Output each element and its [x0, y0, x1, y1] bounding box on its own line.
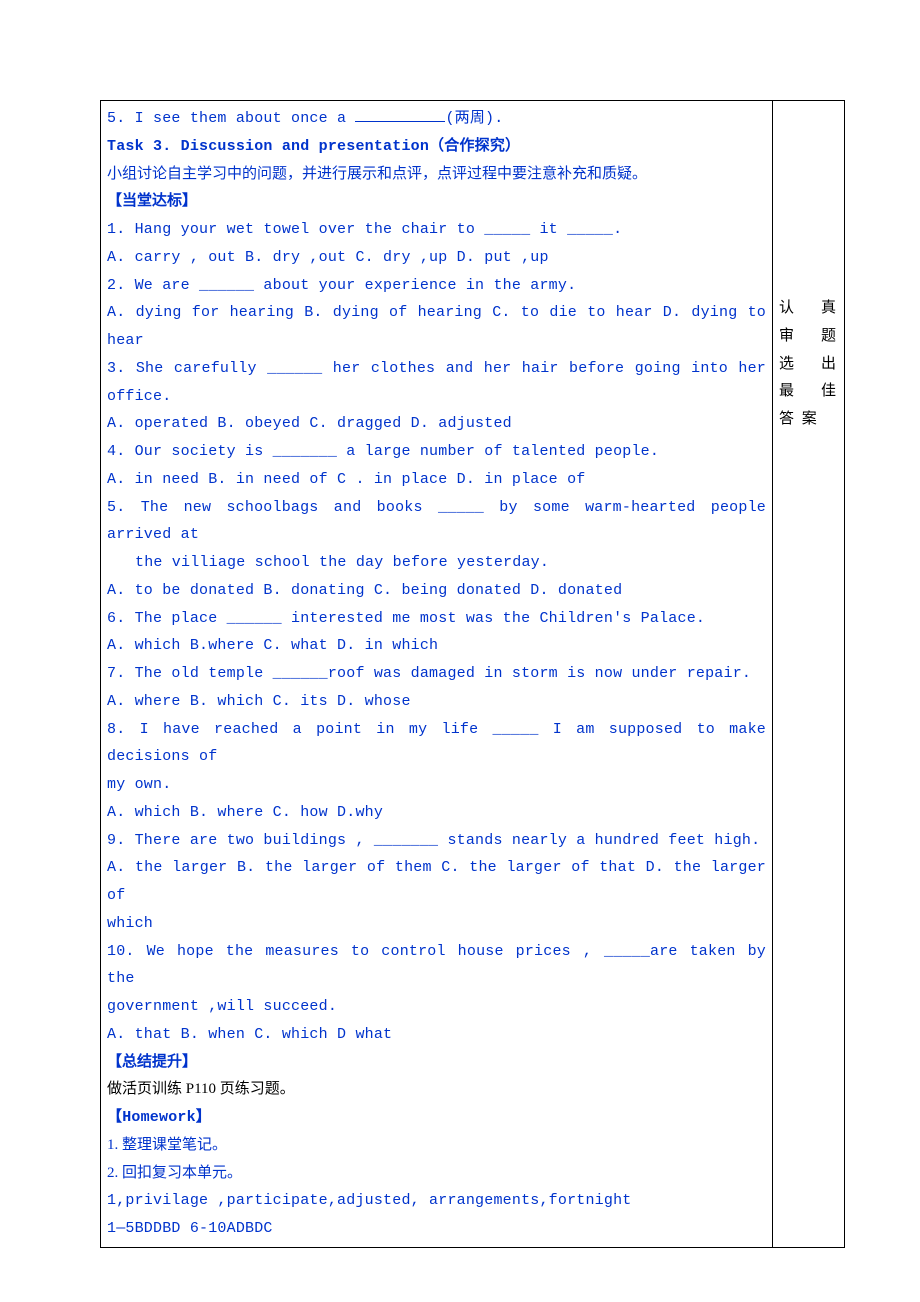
q8: 8. I have reached a point in my life ___… — [107, 716, 766, 772]
blank-q5 — [355, 108, 445, 123]
task3-heading: Task 3. Discussion and presentation（合作探究… — [107, 133, 766, 161]
q6-options: A. which B.where C. what D. in which — [107, 632, 766, 660]
q9: 9. There are two buildings , _______ sta… — [107, 827, 766, 855]
q2: 2. We are ______ about your experience i… — [107, 272, 766, 300]
q4-options: A. in need B. in need of C . in place D.… — [107, 466, 766, 494]
section-homework: 【Homework】 — [107, 1104, 766, 1132]
q1: 1. Hang your wet towel over the chair to… — [107, 216, 766, 244]
q4: 4. Our society is _______ a large number… — [107, 438, 766, 466]
task3-desc: 小组讨论自主学习中的问题，并进行展示和点评，点评过程中要注意补充和质疑。 — [107, 161, 766, 189]
side-cell: 认 真 审 题 选 出 最 佳 答 案 — [773, 101, 845, 1248]
q5b-line2: the villiage school the day before yeste… — [107, 549, 766, 577]
q3-options: A. operated B. obeyed C. dragged D. adju… — [107, 410, 766, 438]
q7-options: A. where B. which C. its D. whose — [107, 688, 766, 716]
q10-options: A. that B. when C. which D what — [107, 1021, 766, 1049]
q8-line2: my own. — [107, 771, 766, 799]
fill-in-q5: 5. I see them about once a (两周). — [107, 105, 766, 133]
content-table: 5. I see them about once a (两周). Task 3.… — [100, 100, 845, 1248]
q5-suffix: (两周). — [445, 110, 503, 127]
q5-prefix: 5. I see them about once a — [107, 110, 355, 127]
q10-line2: government ,will succeed. — [107, 993, 766, 1021]
zongjie-line: 做活页训练 P110 页练习题。 — [107, 1076, 766, 1104]
section-dangtang: 【当堂达标】 — [107, 188, 766, 216]
q9-options2: which — [107, 910, 766, 938]
answers-line1: 1,privilage ,participate,adjusted, arran… — [107, 1187, 766, 1215]
q1-options: A. carry , out B. dry ,out C. dry ,up D.… — [107, 244, 766, 272]
main-cell: 5. I see them about once a (两周). Task 3.… — [101, 101, 773, 1248]
q3: 3. She carefully ______ her clothes and … — [107, 355, 766, 411]
section-zongjie: 【总结提升】 — [107, 1049, 766, 1077]
side-note: 认 真 审 题 选 出 最 佳 答 案 — [779, 105, 838, 434]
q8-options: A. which B. where C. how D.why — [107, 799, 766, 827]
q5b-options: A. to be donated B. donating C. being do… — [107, 577, 766, 605]
hw2: 2. 回扣复习本单元。 — [107, 1160, 766, 1188]
q10: 10. We hope the measures to control hous… — [107, 938, 766, 994]
answers-line2: 1—5BDDBD 6-10ADBDC — [107, 1215, 766, 1243]
hw1: 1. 整理课堂笔记。 — [107, 1132, 766, 1160]
q9-options: A. the larger B. the larger of them C. t… — [107, 854, 766, 910]
q7: 7. The old temple ______roof was damaged… — [107, 660, 766, 688]
q5b: 5. The new schoolbags and books _____ by… — [107, 494, 766, 550]
q6: 6. The place ______ interested me most w… — [107, 605, 766, 633]
q2-options: A. dying for hearing B. dying of hearing… — [107, 299, 766, 355]
